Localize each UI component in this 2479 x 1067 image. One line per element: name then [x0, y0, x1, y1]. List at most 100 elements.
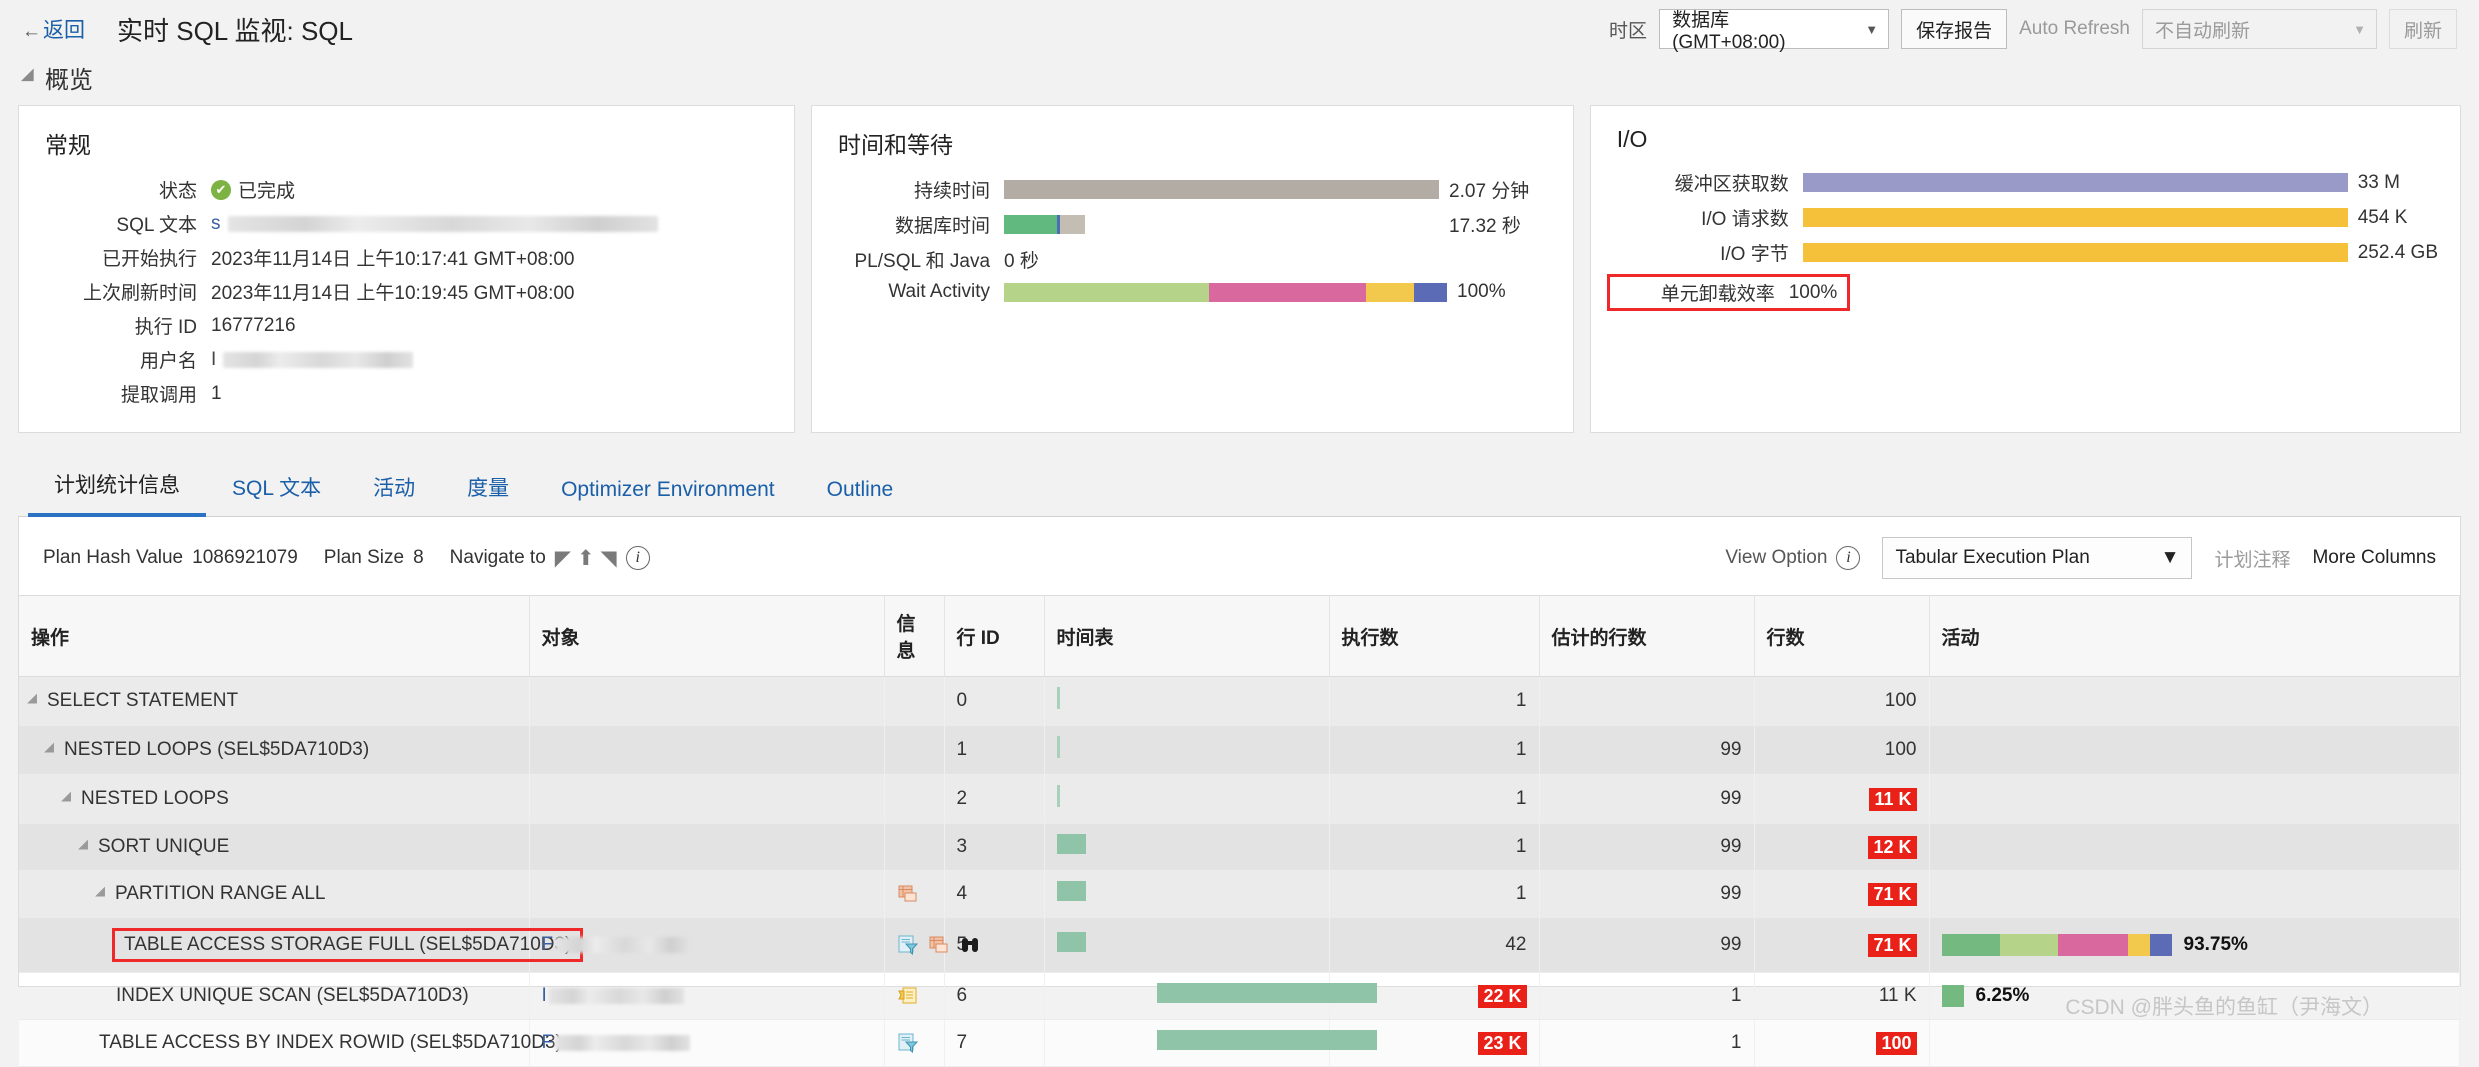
general-row-status: 状态 ✔ 已完成 [41, 176, 772, 203]
more-columns-button[interactable]: More Columns [2312, 547, 2436, 569]
expand-triangle-icon[interactable] [61, 792, 76, 807]
executions-value: 1 [1516, 788, 1527, 809]
overview-section-header[interactable]: 概览 [0, 58, 2479, 105]
filter-doc-icon[interactable] [897, 1032, 919, 1054]
time-row-plsql-java: PL/SQL 和 Java 0 秒 [834, 246, 1551, 273]
cell-timeline [1044, 775, 1329, 824]
cell-operation[interactable]: TABLE ACCESS BY INDEX ROWID (SEL$5DA710D… [19, 1020, 529, 1067]
back-arrow-icon: ← [22, 21, 41, 42]
table-row[interactable]: SORT UNIQUE319912 K [19, 824, 2460, 871]
collapse-triangle-icon[interactable] [21, 68, 40, 87]
cell-operation[interactable]: SORT UNIQUE [19, 824, 529, 871]
plan-size-label: Plan Size [324, 547, 404, 569]
cell-rows: 100 [1754, 677, 1929, 726]
cell-operation[interactable]: NESTED LOOPS (SEL$5DA710D3) [19, 726, 529, 775]
col-info[interactable]: 信息 [884, 596, 944, 677]
cell-activity [1929, 726, 2460, 775]
plan-hash-value-group: Plan Hash Value 1086921079 [43, 547, 298, 569]
back-link[interactable]: ←返回 [22, 14, 85, 44]
operation-label: INDEX UNIQUE SCAN (SEL$5DA710D3) [116, 985, 469, 1007]
activity-percent: 6.25% [1976, 985, 2030, 1007]
expand-triangle-icon[interactable] [27, 694, 42, 709]
io-value: 454 K [2358, 207, 2408, 229]
io-panel-title: I/O [1617, 126, 2438, 153]
general-key: 执行 ID [41, 312, 211, 339]
col-estimated-rows[interactable]: 估计的行数 [1539, 596, 1754, 677]
table-row[interactable]: PARTITION RANGE ALL419971 K [19, 871, 2460, 918]
cell-operation[interactable]: NESTED LOOPS [19, 775, 529, 824]
io-value: 33 M [2358, 172, 2400, 194]
tab-metrics[interactable]: 度量 [441, 460, 535, 516]
object-prefix: F [542, 1032, 554, 1053]
timezone-select[interactable]: 数据库 (GMT+08:00) ▼ [1659, 9, 1889, 49]
plan-note-label[interactable]: 计划注释 [2214, 545, 2290, 572]
navigate-up-icon[interactable]: ⬆ [577, 548, 595, 569]
cell-activity [1929, 824, 2460, 871]
tab-optimizer-environment[interactable]: Optimizer Environment [535, 466, 801, 516]
cell-operation[interactable]: TABLE ACCESS STORAGE FULL (SEL$5DA710D3) [19, 918, 529, 973]
cell-activity [1929, 1020, 2460, 1067]
auto-refresh-select[interactable]: 不自动刷新 ▼ [2142, 9, 2377, 49]
table-grid-icon[interactable] [897, 883, 919, 905]
timeline-bar [1057, 834, 1086, 854]
expand-triangle-icon[interactable] [95, 887, 110, 902]
navigate-info-icon[interactable]: i [626, 546, 650, 570]
col-rows[interactable]: 行数 [1754, 596, 1929, 677]
navigate-up-left-icon[interactable]: ◤ [555, 548, 571, 569]
col-executions[interactable]: 执行数 [1329, 596, 1539, 677]
cell-row-id: 4 [944, 871, 1044, 918]
table-row[interactable]: NESTED LOOPS219911 K [19, 775, 2460, 824]
io-requests-bar [1803, 208, 2348, 227]
tab-activity[interactable]: 活动 [347, 460, 441, 516]
col-object[interactable]: 对象 [529, 596, 884, 677]
expand-triangle-icon[interactable] [44, 743, 59, 758]
cell-rows: 71 K [1754, 871, 1929, 918]
tab-plan-statistics[interactable]: 计划统计信息 [28, 457, 206, 517]
io-row-bytes: I/O 字节 252.4 GB [1613, 239, 2438, 266]
cell-activity [1929, 677, 2460, 726]
notes-yellow-icon[interactable] [897, 985, 919, 1007]
chevron-down-icon: ▼ [2353, 22, 2366, 37]
filter-doc-icon[interactable] [897, 934, 919, 956]
table-row[interactable]: NESTED LOOPS (SEL$5DA710D3)1199100 [19, 726, 2460, 775]
timeline-bar [1057, 932, 1086, 952]
cell-object [529, 775, 884, 824]
col-timeline[interactable]: 时间表 [1044, 596, 1329, 677]
cell-timeline [1044, 677, 1329, 726]
expand-triangle-icon[interactable] [78, 840, 93, 855]
cell-operation[interactable]: SELECT STATEMENT [19, 677, 529, 726]
cell-rows: 100 [1754, 726, 1929, 775]
cell-rows: 71 K [1754, 918, 1929, 973]
save-report-button[interactable]: 保存报告 [1901, 9, 2007, 49]
view-option-info-icon[interactable]: i [1836, 546, 1860, 570]
sql-text-value[interactable]: s [211, 213, 221, 235]
plan-toolbar: Plan Hash Value 1086921079 Plan Size 8 N… [19, 517, 2460, 595]
col-activity[interactable]: 活动 [1929, 596, 2460, 677]
cell-activity [1929, 775, 2460, 824]
cell-operation[interactable]: PARTITION RANGE ALL [19, 871, 529, 918]
binoculars-icon[interactable] [959, 934, 981, 956]
cell-row-id: 6 [944, 973, 1044, 1020]
tab-outline[interactable]: Outline [801, 466, 920, 516]
timezone-value: 数据库 (GMT+08:00) [1672, 5, 1847, 54]
cell-timeline [1044, 824, 1329, 871]
refresh-button[interactable]: 刷新 [2389, 9, 2457, 49]
tab-sql-text[interactable]: SQL 文本 [206, 460, 347, 516]
table-grid-icon[interactable] [928, 934, 950, 956]
plan-hash-value: 1086921079 [192, 547, 298, 569]
cell-info [884, 871, 944, 918]
table-row[interactable]: TABLE ACCESS STORAGE FULL (SEL$5DA710D3)… [19, 918, 2460, 973]
time-wait-key: PL/SQL 和 Java [834, 246, 1004, 273]
navigate-down-right-icon[interactable]: ◥ [601, 548, 617, 569]
col-row-id[interactable]: 行 ID [944, 596, 1044, 677]
chevron-down-icon: ▼ [1865, 22, 1878, 37]
table-row[interactable]: TABLE ACCESS BY INDEX ROWID (SEL$5DA710D… [19, 1020, 2460, 1067]
cell-object: I [529, 973, 884, 1020]
object-prefix: F [542, 934, 554, 955]
cell-estimated-rows: 1 [1539, 973, 1754, 1020]
col-operation[interactable]: 操作 [19, 596, 529, 677]
table-row[interactable]: SELECT STATEMENT01100 [19, 677, 2460, 726]
cell-operation[interactable]: INDEX UNIQUE SCAN (SEL$5DA710D3) [19, 973, 529, 1020]
plan-hash-label: Plan Hash Value [43, 547, 183, 569]
view-option-select[interactable]: Tabular Execution Plan ▼ [1882, 537, 2192, 579]
